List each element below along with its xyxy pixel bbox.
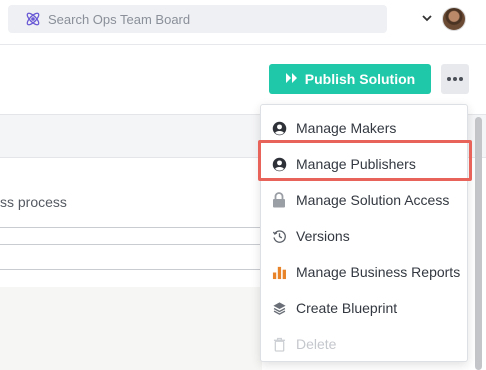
solution-options-menu: Manage Makers Manage Publishers Manage S… (260, 104, 468, 362)
more-dots-icon (447, 77, 451, 81)
menu-item-delete[interactable]: Delete (261, 326, 467, 362)
double-chevron-right-icon (285, 71, 299, 87)
menu-item-label: Manage Business Reports (296, 264, 461, 280)
menu-item-versions[interactable]: Versions (261, 218, 467, 254)
user-circle-icon (271, 156, 287, 172)
menu-item-label: Versions (296, 228, 350, 244)
divider (0, 227, 270, 228)
menu-item-manage-solution-access[interactable]: Manage Solution Access (261, 182, 467, 218)
menu-item-label: Create Blueprint (296, 300, 398, 316)
publish-solution-label: Publish Solution (304, 71, 416, 87)
history-icon (271, 228, 287, 244)
menu-item-manage-publishers[interactable]: Manage Publishers (261, 146, 467, 182)
menu-item-label: Manage Makers (296, 120, 397, 136)
top-bar: Search Ops Team Board (0, 0, 486, 45)
avatar[interactable] (442, 7, 466, 31)
bar-chart-icon (271, 264, 287, 280)
divider (0, 244, 270, 245)
trash-icon (271, 336, 287, 352)
menu-item-label: Manage Solution Access (296, 192, 450, 208)
layers-icon (271, 300, 287, 316)
more-options-button[interactable] (441, 64, 469, 94)
search-input[interactable]: Search Ops Team Board (48, 12, 190, 27)
search-bar[interactable]: Search Ops Team Board (8, 5, 387, 33)
menu-item-label: Manage Publishers (296, 156, 416, 172)
chevron-down-icon[interactable] (421, 12, 433, 24)
atom-icon (24, 10, 42, 28)
content-panel (0, 287, 262, 370)
menu-item-label: Delete (296, 336, 337, 352)
publish-solution-button[interactable]: Publish Solution (269, 64, 431, 94)
menu-item-manage-business-reports[interactable]: Manage Business Reports (261, 254, 467, 290)
menu-item-manage-makers[interactable]: Manage Makers (261, 110, 467, 146)
scrollbar[interactable] (475, 117, 482, 370)
divider (0, 269, 270, 270)
lock-icon (271, 192, 287, 208)
description-text: ss process (0, 194, 67, 210)
user-circle-icon (271, 120, 287, 136)
menu-item-create-blueprint[interactable]: Create Blueprint (261, 290, 467, 326)
